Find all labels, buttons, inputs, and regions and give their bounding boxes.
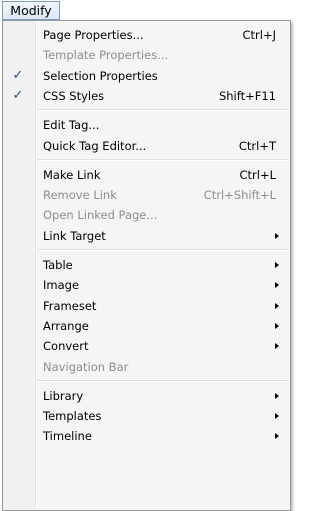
- menu-separator: [37, 109, 288, 112]
- menu-item-label: Navigation Bar: [43, 359, 129, 374]
- menu-item-label: Timeline: [43, 429, 92, 444]
- menu-modify[interactable]: Modify: [2, 1, 60, 20]
- menu-item-convert[interactable]: Convert: [5, 336, 288, 356]
- submenu-arrow-icon: [275, 232, 279, 239]
- menu-item-label: Open Linked Page...: [43, 208, 158, 223]
- menu-item-label: Edit Tag...: [43, 118, 100, 133]
- menu-separator: [37, 158, 288, 161]
- menu-item-remove-link[interactable]: Remove Link Ctrl+Shift+L: [5, 185, 288, 205]
- submenu-arrow-icon: [275, 392, 279, 399]
- submenu-arrow-icon: [275, 322, 279, 329]
- menu-item-label: Remove Link: [43, 188, 117, 203]
- menu-item-label: Convert: [43, 339, 89, 354]
- menu-item-shortcut: Ctrl+J: [242, 28, 277, 42]
- menu-item-table[interactable]: Table: [5, 255, 288, 275]
- submenu-arrow-icon: [275, 262, 279, 268]
- menu-item-timeline[interactable]: Timeline: [5, 426, 288, 446]
- submenu-arrow-icon: [275, 433, 279, 440]
- menu-item-css-styles[interactable]: ✓ CSS Styles Shift+F11: [5, 86, 288, 106]
- menu-item-label: Frameset: [43, 298, 97, 313]
- menu-item-link-target[interactable]: Link Target: [5, 226, 288, 246]
- checkmark-icon: ✓: [12, 88, 24, 104]
- menu-item-shortcut: Ctrl+T: [238, 138, 276, 153]
- menu-item-label: Selection Properties: [43, 68, 158, 83]
- menu-item-selection-properties[interactable]: ✓ Selection Properties: [5, 66, 288, 86]
- submenu-arrow-icon: [275, 282, 279, 289]
- menu-item-open-linked-page[interactable]: Open Linked Page...: [5, 205, 288, 225]
- menu-item-template-properties[interactable]: Template Properties...: [5, 45, 288, 65]
- menu-separator: [37, 379, 288, 382]
- menu-item-shortcut: Ctrl+L: [239, 167, 276, 182]
- menu-separator: [37, 249, 288, 251]
- menu-item-arrange[interactable]: Arrange: [5, 316, 288, 336]
- menu-item-shortcut: Shift+F11: [218, 88, 276, 103]
- menu-item-image[interactable]: Image: [5, 275, 288, 295]
- menu-item-library[interactable]: Library: [5, 386, 288, 406]
- menu-item-navigation-bar[interactable]: Navigation Bar: [5, 357, 288, 377]
- menu-item-frameset[interactable]: Frameset: [5, 296, 288, 316]
- menu-item-quick-tag-editor[interactable]: Quick Tag Editor... Ctrl+T: [5, 136, 288, 156]
- menu-item-label: Page Properties...: [43, 28, 144, 42]
- menu-item-label: Table: [43, 258, 73, 272]
- modify-dropdown-menu: Page Properties... Ctrl+J Template Propert…: [2, 20, 291, 511]
- menu-item-label: Arrange: [43, 318, 89, 333]
- menu-item-label: Image: [43, 278, 80, 293]
- menu-bar: Modify: [0, 0, 294, 22]
- menu-item-label: Make Link: [43, 167, 101, 182]
- menu-item-edit-tag[interactable]: Edit Tag...: [5, 115, 288, 135]
- menu-item-shortcut: Ctrl+Shift+L: [203, 188, 276, 203]
- menu-item-label: Library: [43, 388, 84, 403]
- submenu-arrow-icon: [275, 302, 279, 309]
- menu-item-label: Link Target: [43, 228, 106, 243]
- menu-item-label: Templates: [43, 409, 102, 424]
- menu-item-templates[interactable]: Templates: [5, 406, 288, 426]
- menu-item-label: CSS Styles: [43, 88, 105, 103]
- menu-item-label: Template Properties...: [43, 48, 169, 63]
- menu-item-label: Quick Tag Editor...: [43, 138, 147, 153]
- submenu-arrow-icon: [275, 343, 279, 350]
- menu-item-page-properties[interactable]: Page Properties... Ctrl+J: [5, 25, 288, 45]
- submenu-arrow-icon: [275, 413, 279, 420]
- menu-item-make-link[interactable]: Make Link Ctrl+L: [5, 165, 288, 185]
- checkmark-icon: ✓: [12, 68, 24, 84]
